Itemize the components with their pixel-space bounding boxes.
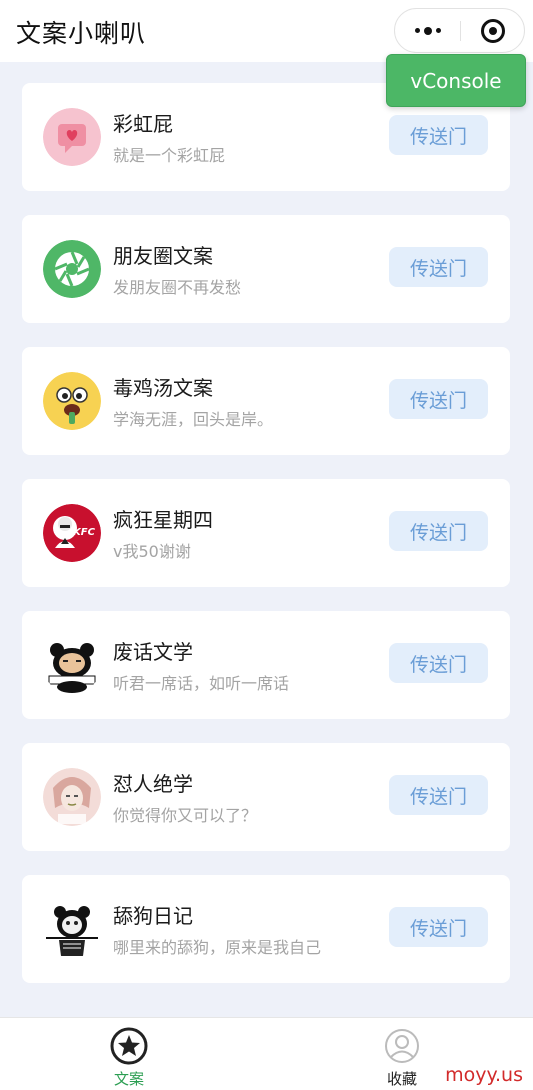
item-title: 废话文学: [113, 640, 193, 664]
portal-button[interactable]: 传送门: [389, 775, 488, 815]
portal-button[interactable]: 传送门: [389, 643, 488, 683]
item-title: 朋友圈文案: [113, 244, 213, 268]
item-description: 学海无涯，回头是岸。: [113, 410, 274, 429]
panda-stick-icon: [43, 900, 101, 958]
item-description: 哪里来的舔狗，原来是我自己: [113, 938, 322, 957]
list-item: 废话文学 听君一席话，如听一席话 传送门: [22, 611, 510, 719]
heart-chat-icon: [43, 108, 101, 166]
item-description: 听君一席话，如听一席话: [113, 674, 290, 693]
close-mini-program-button[interactable]: [461, 9, 525, 52]
target-icon: [481, 18, 505, 43]
item-description: v我50谢谢: [113, 542, 191, 561]
nav-bar: 文案小喇叭: [0, 0, 533, 62]
dot-icon: [423, 26, 432, 35]
kfc-text: KFC: [73, 527, 95, 538]
list-item: KFC 疯狂星期四 v我50谢谢 传送门: [22, 479, 510, 587]
item-title: 彩虹屁: [113, 112, 173, 136]
vconsole-button[interactable]: vConsole: [386, 54, 526, 107]
portal-button[interactable]: 传送门: [389, 907, 488, 947]
aperture-icon: [43, 240, 101, 298]
tab-copywriting[interactable]: 文案: [94, 1026, 164, 1089]
list-item: 怼人绝学 你觉得你又可以了？ 传送门: [22, 743, 510, 851]
mini-program-capsule: [394, 8, 525, 53]
list-item: 舔狗日记 哪里来的舔狗，原来是我自己 传送门: [22, 875, 510, 983]
dot-icon: [414, 28, 420, 33]
drooling-emoji-icon: [43, 372, 101, 430]
item-title: 疯狂星期四: [113, 508, 213, 532]
watermark: moyy.us: [445, 1064, 523, 1086]
portal-button[interactable]: 传送门: [389, 379, 488, 419]
item-description: 就是一个彩虹屁: [113, 146, 226, 165]
item-description: 你觉得你又可以了？: [113, 806, 258, 825]
portal-button[interactable]: 传送门: [389, 511, 488, 551]
tab-label: 文案: [113, 1070, 144, 1088]
dot-icon: [435, 28, 441, 33]
tab-favorites[interactable]: 收藏: [367, 1026, 437, 1089]
item-title: 舔狗日记: [113, 904, 193, 928]
tab-label: 收藏: [386, 1070, 417, 1088]
panda-meme-icon: [43, 636, 101, 694]
person-circle-icon: [382, 1026, 422, 1066]
star-circle-icon: [109, 1026, 149, 1066]
page-title: 文案小喇叭: [16, 19, 147, 48]
category-list: 彩虹屁 就是一个彩虹屁 传送门 朋友圈文案 发朋友圈不再发愁 传送门 毒鸡汤文案…: [22, 83, 510, 1007]
kfc-logo-icon: KFC: [43, 504, 101, 562]
more-menu-button[interactable]: [395, 9, 460, 52]
item-title: 怼人绝学: [113, 772, 193, 796]
item-title: 毒鸡汤文案: [113, 376, 213, 400]
list-item: 毒鸡汤文案 学海无涯，回头是岸。 传送门: [22, 347, 510, 455]
item-description: 发朋友圈不再发愁: [113, 278, 242, 297]
portal-button[interactable]: 传送门: [389, 247, 488, 287]
portal-button[interactable]: 传送门: [389, 115, 488, 155]
meme-face-icon: [43, 768, 101, 826]
list-item: 朋友圈文案 发朋友圈不再发愁 传送门: [22, 215, 510, 323]
